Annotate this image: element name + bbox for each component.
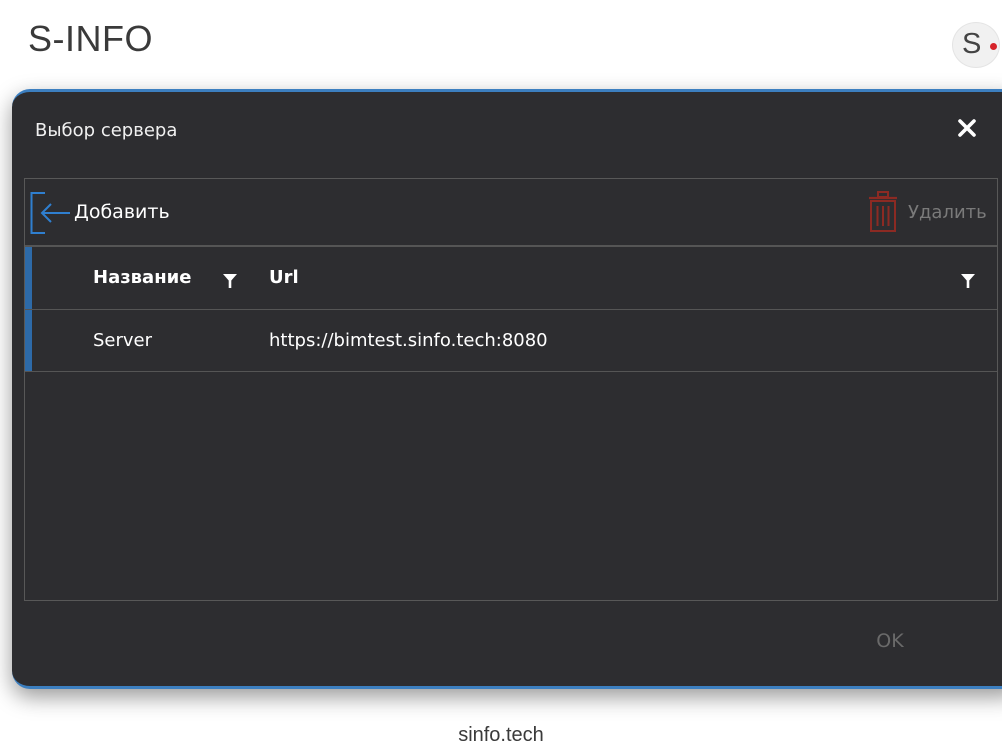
footer-link[interactable]: sinfo.tech [0, 724, 1002, 747]
row-marker [25, 310, 32, 371]
filter-icon[interactable] [223, 274, 237, 288]
app-title: S-INFO [28, 18, 153, 59]
delete-button-label: Удалить [908, 202, 987, 223]
dialog-title: Выбор сервера [35, 120, 178, 141]
add-button[interactable]: Добавить [30, 189, 200, 235]
grid-header: Название Url [25, 247, 997, 310]
cell-server-url: https://bimtest.sinfo.tech:8080 [269, 330, 548, 351]
row-marker [25, 247, 32, 309]
server-select-dialog: Выбор сервера Добавить Удалить Название … [12, 89, 1002, 689]
toolbar: Добавить Удалить [25, 179, 997, 247]
column-header-name[interactable]: Название [93, 267, 191, 288]
ok-button[interactable]: OK [858, 626, 922, 656]
server-list-panel: Добавить Удалить Название Url Server htt… [24, 178, 998, 601]
filter-icon[interactable] [961, 274, 975, 288]
table-row[interactable]: Server https://bimtest.sinfo.tech:8080 [25, 310, 997, 372]
close-icon[interactable] [954, 115, 980, 141]
column-header-url[interactable]: Url [269, 267, 299, 288]
trash-icon [869, 191, 897, 232]
s-info-logo: S [952, 22, 1000, 68]
delete-button[interactable]: Удалить [867, 189, 997, 235]
logo-dot [990, 43, 997, 50]
add-button-label: Добавить [74, 201, 170, 223]
cell-server-name: Server [93, 330, 153, 351]
logo-letter: S [962, 28, 982, 60]
login-arrow-icon [30, 192, 70, 234]
